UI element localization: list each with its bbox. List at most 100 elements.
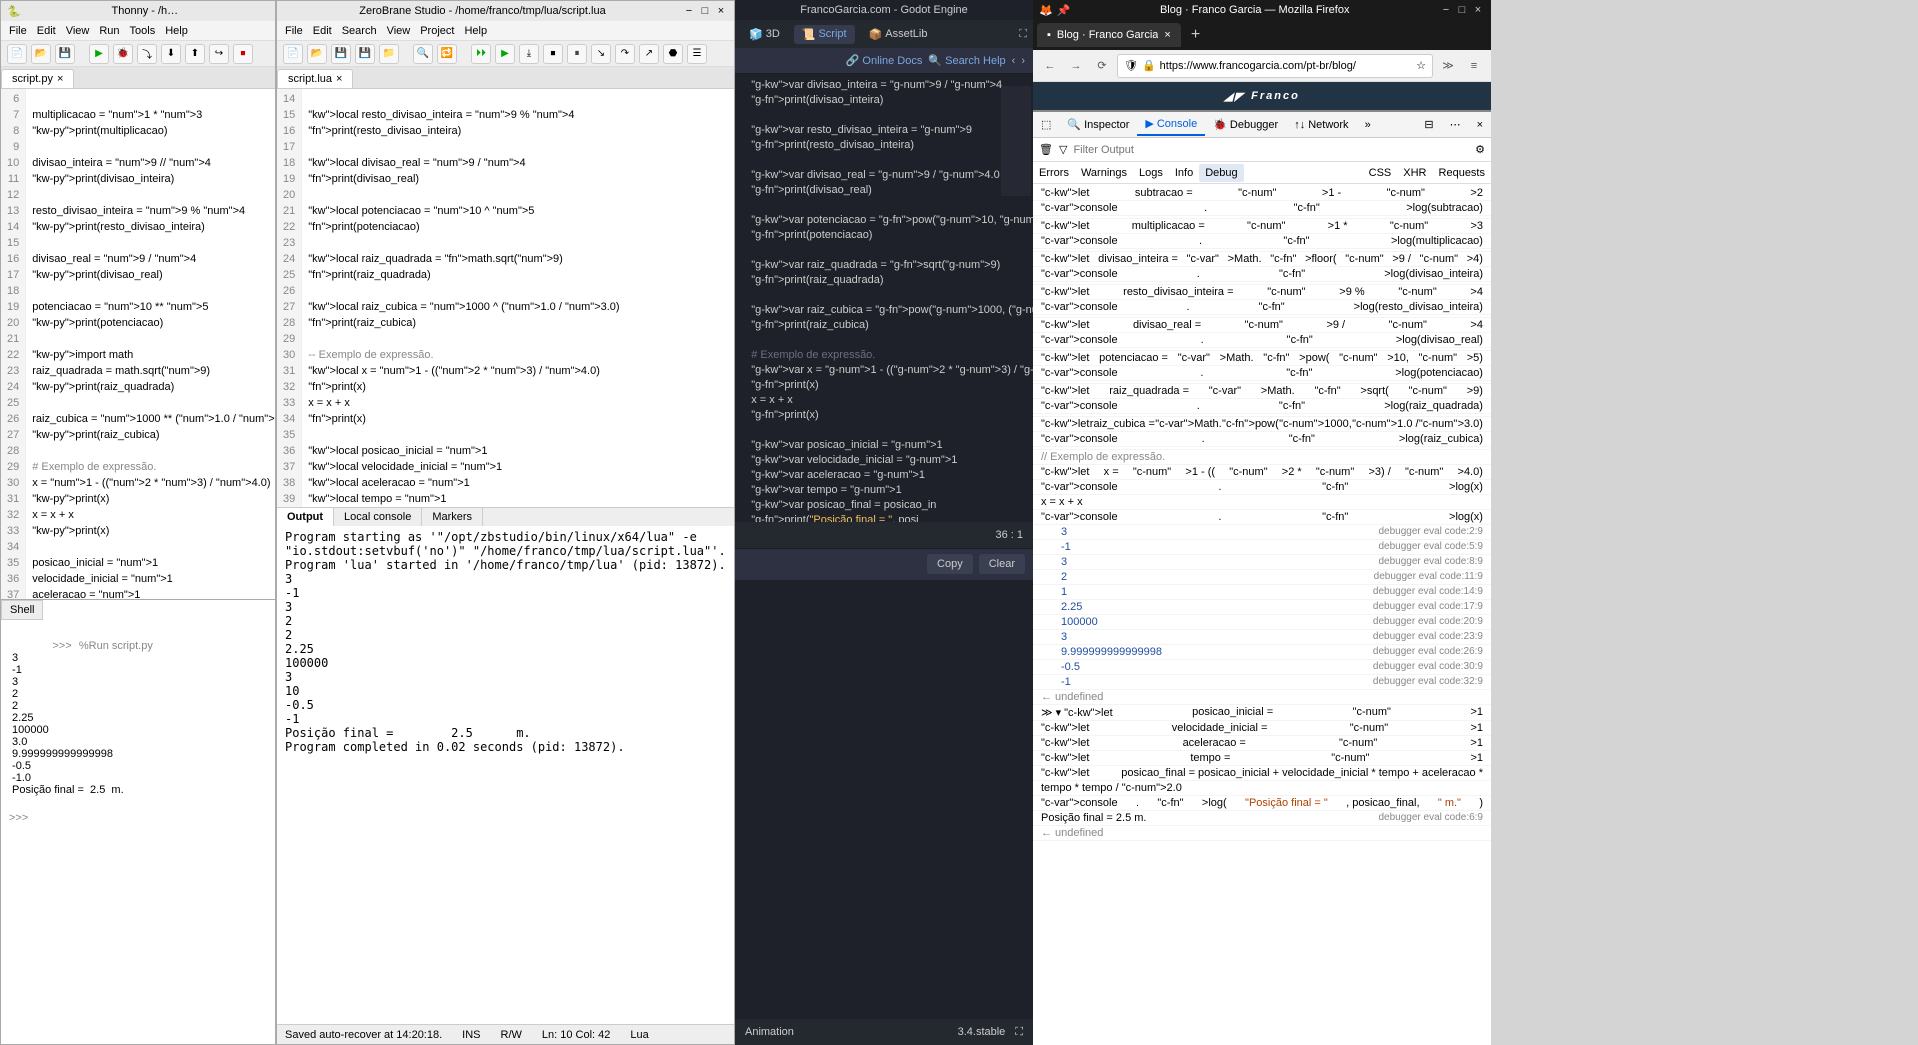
- prev-icon[interactable]: ‹: [1012, 55, 1016, 67]
- menu-tools[interactable]: Tools: [130, 25, 156, 37]
- step-out-icon[interactable]: ↗: [639, 44, 659, 64]
- minimize-icon[interactable]: −: [682, 4, 696, 18]
- stop-icon[interactable]: ⏹: [233, 44, 253, 64]
- godot-editor[interactable]: "g-kw">var divisao_inteira = "g-num">9 /…: [735, 74, 1033, 522]
- pill-requests[interactable]: Requests: [1433, 164, 1491, 182]
- new-icon[interactable]: 📄: [283, 44, 303, 64]
- menu-view[interactable]: View: [387, 25, 411, 37]
- pill-logs[interactable]: Logs: [1133, 164, 1169, 182]
- menu-project[interactable]: Project: [420, 25, 454, 37]
- close-icon[interactable]: ×: [1164, 29, 1170, 41]
- tab-local-console[interactable]: Local console: [334, 508, 422, 526]
- break-icon[interactable]: ⏸: [567, 44, 587, 64]
- toggle-bp-icon[interactable]: ⬣: [663, 44, 683, 64]
- save-icon[interactable]: 💾: [55, 44, 75, 64]
- dt-close-icon[interactable]: ×: [1469, 115, 1491, 135]
- tab-script-py[interactable]: script.py ×: [1, 69, 74, 88]
- tab-3d[interactable]: 🧊 3D: [741, 25, 788, 44]
- debug-icon[interactable]: ⤓: [519, 44, 539, 64]
- replace-icon[interactable]: 🔁: [437, 44, 457, 64]
- open-icon[interactable]: 📂: [307, 44, 327, 64]
- step-into-icon[interactable]: ↘: [591, 44, 611, 64]
- zerobrane-editor[interactable]: 1415161718192021222324252627282930313233…: [277, 89, 734, 507]
- code-area[interactable]: multiplicacao = "num">1 * "num">3"kw-py"…: [26, 89, 275, 599]
- tab-network[interactable]: ↑↓ Network: [1286, 115, 1356, 135]
- back-icon[interactable]: ←: [1039, 55, 1061, 77]
- menu-run[interactable]: Run: [99, 25, 119, 37]
- tab-markers[interactable]: Markers: [422, 508, 483, 526]
- more-tabs-icon[interactable]: »: [1357, 115, 1379, 135]
- extensions-icon[interactable]: ≫: [1437, 55, 1459, 77]
- dock-icon[interactable]: ⊟: [1416, 114, 1441, 135]
- settings-icon[interactable]: ⚙: [1475, 143, 1485, 156]
- shell-body[interactable]: >>> %Run script.py 3 -1 3 2 2 2.25 10000…: [1, 620, 275, 1044]
- step-over-icon[interactable]: ⤵: [137, 44, 157, 64]
- minimize-icon[interactable]: −: [1439, 3, 1453, 17]
- close-icon[interactable]: ×: [336, 73, 342, 85]
- shield-icon[interactable]: 🛡: [1124, 59, 1138, 72]
- menu-search[interactable]: Search: [342, 25, 377, 37]
- step-over-icon[interactable]: ↷: [615, 44, 635, 64]
- console-output[interactable]: "c-kw">let subtracao = "c-num">1 - "c-nu…: [1033, 184, 1491, 1045]
- pill-debug[interactable]: Debug: [1199, 164, 1243, 182]
- tab-animation[interactable]: Animation: [745, 1026, 794, 1038]
- tab-script-lua[interactable]: script.lua ×: [277, 69, 353, 88]
- maximize-icon[interactable]: □: [1455, 3, 1469, 17]
- resume-icon[interactable]: ↪: [209, 44, 229, 64]
- search-help-link[interactable]: 🔍 Search Help: [928, 54, 1005, 67]
- new-tab-button[interactable]: +: [1181, 26, 1210, 44]
- output-panel[interactable]: Program starting as '"/opt/zbstudio/bin/…: [277, 526, 734, 1024]
- close-icon[interactable]: ×: [57, 73, 63, 85]
- tab-assetlib[interactable]: 📦 AssetLib: [861, 25, 936, 44]
- tab-console[interactable]: ▶ Console: [1137, 113, 1205, 136]
- menu-file[interactable]: File: [9, 25, 27, 37]
- close-icon[interactable]: ×: [714, 4, 728, 18]
- trash-icon[interactable]: 🗑: [1039, 143, 1053, 156]
- save-all-icon[interactable]: 💾: [355, 44, 375, 64]
- expand-icon[interactable]: ⛶: [1019, 28, 1027, 41]
- bookmark-icon[interactable]: ☆: [1416, 59, 1426, 72]
- new-icon[interactable]: 📄: [7, 44, 27, 64]
- pill-xhr[interactable]: XHR: [1397, 164, 1432, 182]
- online-docs-link[interactable]: 🔗 Online Docs: [846, 54, 923, 67]
- menu-help[interactable]: Help: [464, 25, 487, 37]
- url-input[interactable]: 🛡 🔒 https://www.francogarcia.com/pt-br/b…: [1117, 54, 1433, 78]
- close-icon[interactable]: ×: [1471, 3, 1485, 17]
- copy-button[interactable]: Copy: [927, 554, 973, 574]
- project-icon[interactable]: 📁: [379, 44, 399, 64]
- shell-tab[interactable]: Shell: [1, 600, 43, 620]
- minimap[interactable]: [1001, 86, 1031, 196]
- run-icon[interactable]: ⏵⏵: [471, 44, 491, 64]
- tab-output[interactable]: Output: [277, 508, 334, 526]
- menu-file[interactable]: File: [285, 25, 303, 37]
- step-out-icon[interactable]: ⬆: [185, 44, 205, 64]
- save-icon[interactable]: 💾: [331, 44, 351, 64]
- pill-css[interactable]: CSS: [1363, 164, 1398, 182]
- browser-tab[interactable]: ▪ Blog · Franco Garcia ×: [1037, 23, 1181, 47]
- firefox-titlebar[interactable]: 🦊 📌 Blog · Franco Garcia — Mozilla Firef…: [1033, 0, 1491, 20]
- fullscreen-icon[interactable]: ⛶: [1015, 1026, 1023, 1039]
- pill-warnings[interactable]: Warnings: [1075, 164, 1133, 182]
- stop-icon[interactable]: ⏹: [543, 44, 563, 64]
- run-one-icon[interactable]: ▶: [495, 44, 515, 64]
- open-icon[interactable]: 📂: [31, 44, 51, 64]
- thonny-titlebar[interactable]: 🐍 Thonny - /h…: [1, 1, 275, 21]
- tab-inspector[interactable]: 🔍 Inspector: [1059, 114, 1137, 135]
- code-area[interactable]: "kw">local resto_divisao_inteira = "num"…: [302, 89, 625, 507]
- maximize-icon[interactable]: □: [698, 4, 712, 18]
- run-icon[interactable]: ▶: [89, 44, 109, 64]
- zerobrane-titlebar[interactable]: ZeroBrane Studio - /home/franco/tmp/lua/…: [277, 1, 734, 21]
- dt-menu-icon[interactable]: ⋯: [1442, 114, 1469, 135]
- pin-icon[interactable]: 📌: [1057, 4, 1071, 17]
- menu-edit[interactable]: Edit: [37, 25, 56, 37]
- tab-script[interactable]: 📜 Script: [794, 25, 855, 44]
- pill-info[interactable]: Info: [1169, 164, 1199, 182]
- debug-icon[interactable]: 🐞: [113, 44, 133, 64]
- next-icon[interactable]: ›: [1021, 55, 1025, 67]
- step-into-icon[interactable]: ⬇: [161, 44, 181, 64]
- bookmarks-icon[interactable]: ☰: [687, 44, 707, 64]
- picker-icon[interactable]: ⬚: [1033, 114, 1059, 135]
- filter-input[interactable]: [1073, 144, 1469, 156]
- pill-errors[interactable]: Errors: [1033, 164, 1075, 182]
- reload-icon[interactable]: ⟳: [1091, 55, 1113, 77]
